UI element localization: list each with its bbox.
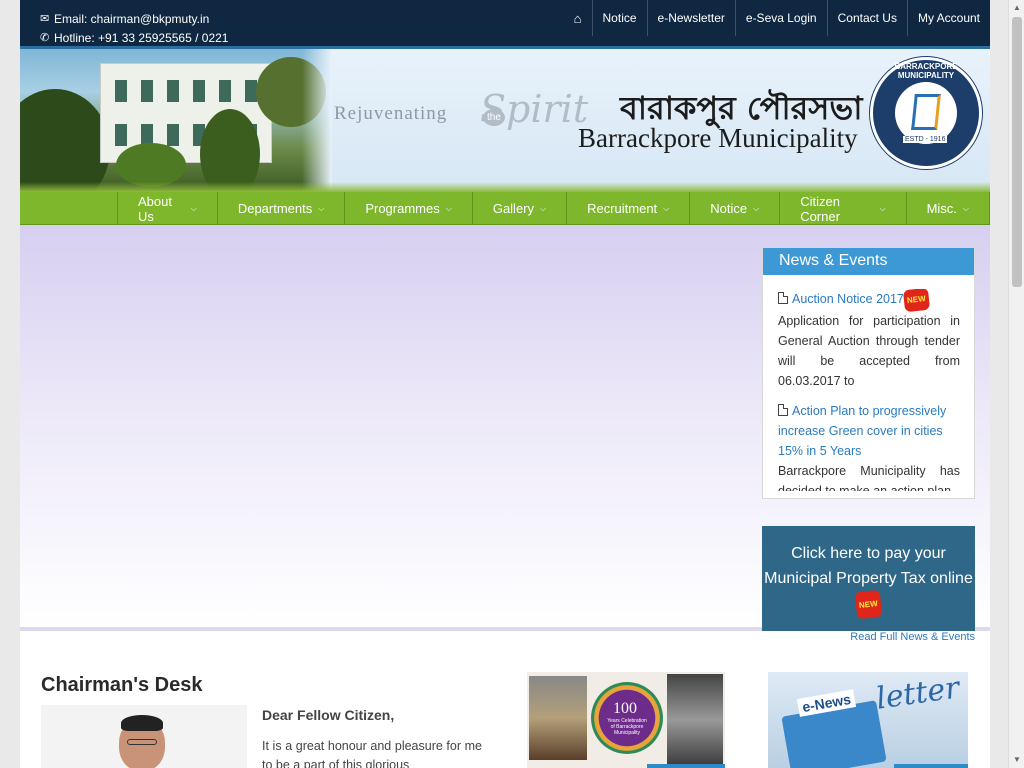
chairman-desk-title: Chairman's Desk (41, 674, 203, 696)
nav-misc[interactable]: Misc. ⌵ (905, 192, 990, 225)
enewsletter-banner[interactable]: e-News letter (768, 672, 968, 768)
chevron-down-icon: ⌵ (540, 203, 547, 213)
email-text[interactable]: Email: chairman@bkpmuty.in (54, 10, 209, 29)
contact-info: ✉ Email: chairman@bkpmuty.in ✆ Hotline: … (40, 10, 228, 48)
pay-tax-text: Click here to pay your Municipal Propert… (764, 545, 973, 587)
pdf-icon (778, 404, 788, 416)
home-icon[interactable]: ⌂ (564, 0, 592, 36)
chairman-photo (41, 705, 247, 768)
seal-estd: ESTD - 1916 (903, 136, 948, 143)
seal-text: BARRACKPORE MUNICIPALITY (894, 62, 958, 80)
new-badge: NEW (902, 289, 930, 313)
news-events-heading: News & Events (763, 248, 974, 275)
nav-recruitment[interactable]: Recruitment ⌵ (566, 192, 689, 225)
tagline: Rejuvenating (334, 103, 448, 124)
nav-citizen-corner[interactable]: Citizen Corner ⌵ (779, 192, 905, 225)
page: ✉ Email: chairman@bkpmuty.in ✆ Hotline: … (20, 0, 990, 768)
scroll-down-arrow-icon[interactable]: ▼ (1009, 752, 1024, 768)
header-banner: Rejuvenating Spirit the বারাকপুর পৌরসভা … (20, 49, 990, 192)
top-bar: ✉ Email: chairman@bkpmuty.in ✆ Hotline: … (20, 0, 990, 46)
nav-notice[interactable]: Notice ⌵ (689, 192, 779, 225)
news-item: Action Plan to progressively increase Gr… (778, 401, 960, 491)
chevron-down-icon: ⌵ (753, 203, 760, 213)
read-full-news-link[interactable]: Read Full News & Events (762, 631, 975, 643)
chevron-down-icon: ⌵ (445, 203, 452, 213)
news-item: Auction Notice 2017 NEW Application for p… (778, 289, 960, 391)
scroll-up-arrow-icon[interactable]: ▲ (1009, 0, 1024, 16)
site-title-english: Barrackpore Municipality (578, 123, 858, 153)
chairman-message: It is a great honour and pleasure for me… (262, 739, 482, 768)
scrollbar-thumb[interactable] (1012, 17, 1022, 287)
nav-about-us[interactable]: About Us ⌵ (117, 192, 217, 225)
news-link[interactable]: Action Plan to progressively increase Gr… (778, 404, 946, 458)
pdf-icon (778, 292, 788, 304)
top-link-notice[interactable]: Notice (591, 0, 647, 36)
new-badge: NEW (854, 589, 883, 620)
top-link-eseva-login[interactable]: e-Seva Login (734, 0, 827, 36)
envelope-icon: ✉ (40, 13, 50, 25)
news-description: Barrackpore Municipality has decided to … (778, 464, 960, 491)
top-link-my-account[interactable]: My Account (906, 0, 990, 36)
centenary-celebration-banner[interactable]: 100 Years Celebration of Barrackpore Mun… (527, 672, 725, 768)
top-link-enewsletter[interactable]: e-Newsletter (646, 0, 735, 36)
news-ticker: Auction Notice 2017 NEW Application for p… (778, 289, 960, 491)
news-description: Application for participation in General… (778, 314, 960, 388)
chevron-down-icon: ⌵ (663, 203, 670, 213)
nav-programmes[interactable]: Programmes ⌵ (344, 192, 472, 225)
top-nav: ⌂ Notice e-Newsletter e-Seva Login Conta… (564, 0, 990, 36)
nav-departments[interactable]: Departments ⌵ (216, 192, 345, 225)
municipality-seal-logo[interactable]: BARRACKPORE MUNICIPALITY ESTD - 1916 (870, 57, 982, 169)
news-link[interactable]: Auction Notice 2017 (792, 292, 904, 306)
chevron-down-icon: ⌵ (879, 203, 886, 213)
top-link-contact-us[interactable]: Contact Us (826, 0, 907, 36)
chevron-down-icon: ⌵ (962, 203, 969, 213)
chevron-down-icon: ⌵ (318, 203, 325, 213)
chairman-greeting: Dear Fellow Citizen, (262, 707, 395, 723)
chevron-down-icon: ⌵ (190, 203, 197, 213)
tagline-the: the (483, 109, 505, 126)
building-photo (20, 49, 332, 192)
vertical-scrollbar[interactable]: ▲ ▼ (1008, 0, 1024, 768)
centenary-subtitle: Years Celebration of Barrackpore Municip… (607, 718, 647, 736)
main-nav: About Us ⌵ Departments ⌵ Programmes ⌵ Galle… (20, 192, 990, 225)
centenary-number: 100 (613, 700, 637, 717)
news-events-panel: News & Events Auction Notice 2017 NEW App… (762, 247, 975, 499)
nav-gallery[interactable]: Gallery ⌵ (471, 192, 566, 225)
pay-property-tax-button[interactable]: Click here to pay your Municipal Propert… (762, 526, 975, 631)
enews-big-text: letter (873, 672, 962, 717)
